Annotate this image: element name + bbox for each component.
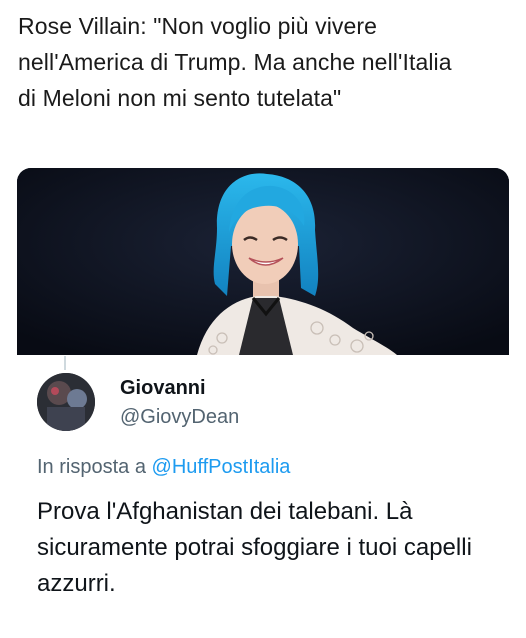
avatar[interactable] [37, 373, 95, 431]
quoted-post-text: Rose Villain: "Non voglio più vivere nel… [18, 13, 452, 111]
replying-to-label: In risposta a [37, 456, 146, 478]
woman-portrait-icon [17, 168, 509, 355]
replying-to: In risposta a @HuffPostItalia [37, 456, 290, 479]
avatar-photo-icon [37, 373, 95, 431]
author-display-name[interactable]: Giovanni [120, 377, 206, 400]
thread-connector [64, 356, 66, 370]
reply-text: Prova l'Afghanistan dei talebani. Là sic… [37, 498, 472, 597]
author-handle[interactable]: @GiovyDean [120, 406, 239, 429]
post-image[interactable] [17, 168, 509, 355]
replying-to-link[interactable]: @HuffPostItalia [152, 456, 291, 478]
